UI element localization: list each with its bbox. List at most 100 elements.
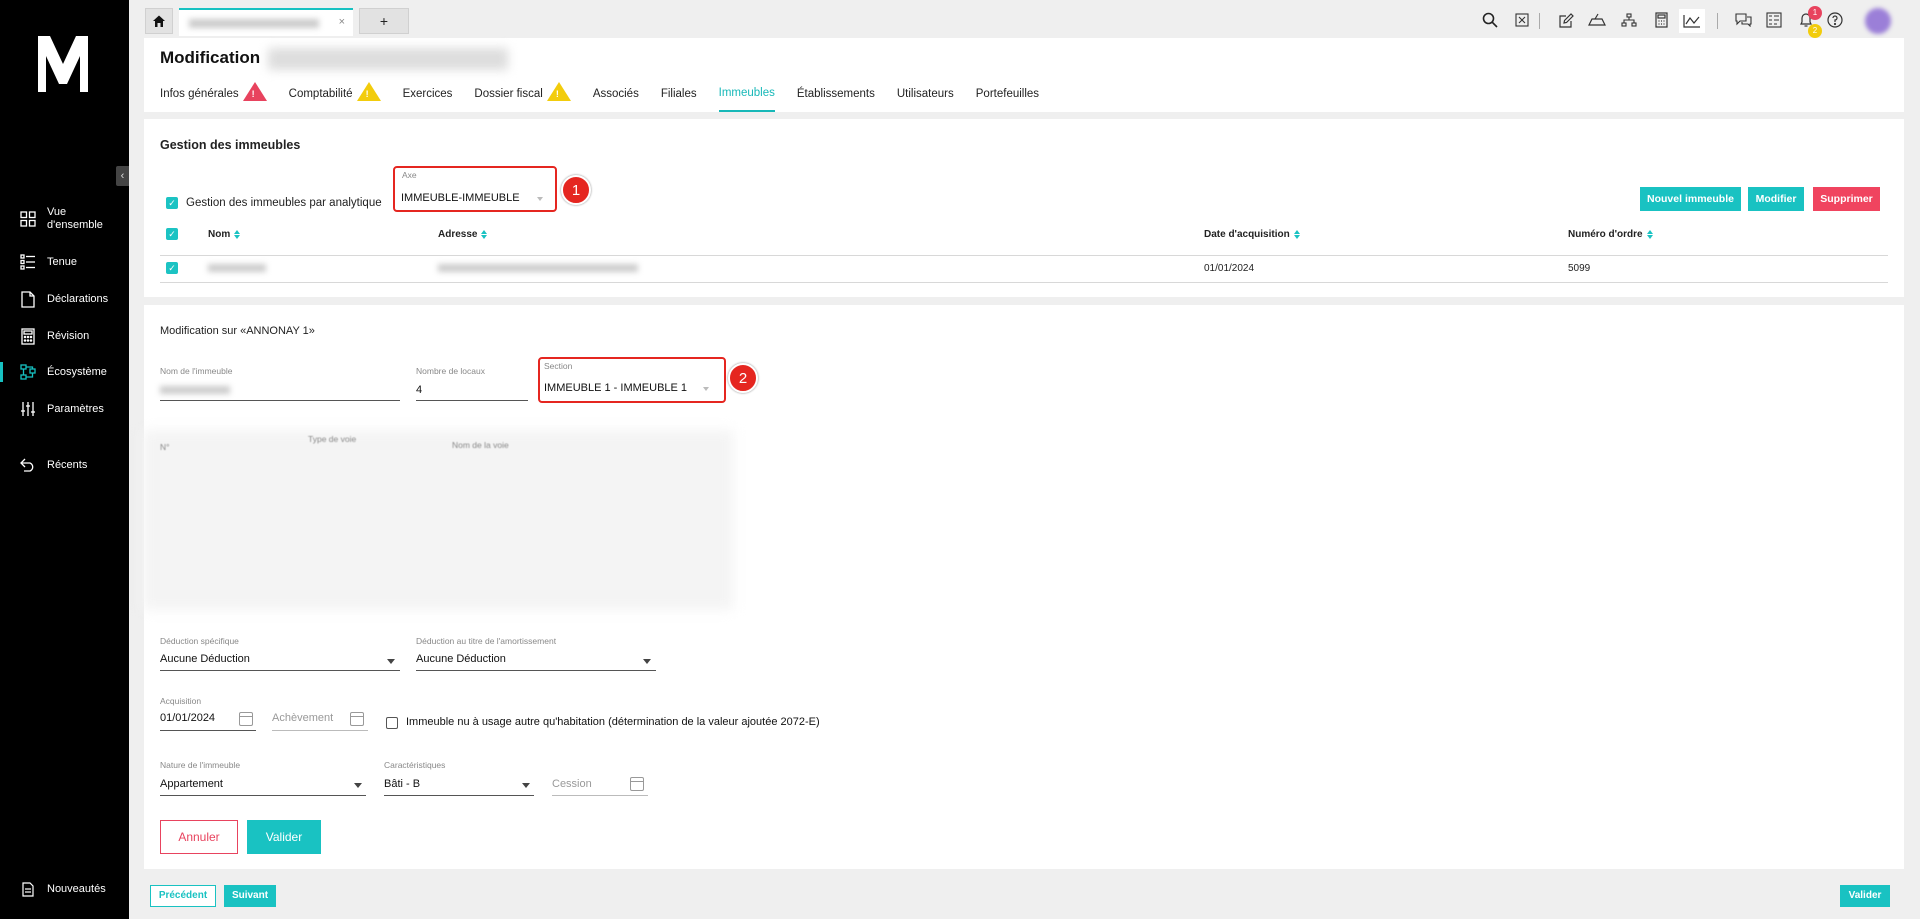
- calendar-icon[interactable]: [350, 712, 364, 726]
- network-icon[interactable]: [1620, 11, 1638, 29]
- logo: [38, 36, 88, 92]
- document-tab[interactable]: ×: [179, 8, 353, 36]
- tab-label: Portefeuilles: [975, 87, 1040, 100]
- grid-icon: [19, 210, 37, 228]
- new-building-button[interactable]: Nouvel immeuble: [1640, 187, 1741, 211]
- delete-button[interactable]: Supprimer: [1813, 187, 1880, 211]
- tab-etablissements[interactable]: Établissements: [797, 84, 875, 112]
- column-header-date[interactable]: Date d'acquisition: [1204, 229, 1300, 240]
- sidebar-item-label: Récents: [47, 458, 88, 471]
- sidebar-item-ecosysteme[interactable]: Écosystème: [0, 362, 129, 382]
- home-tab[interactable]: [145, 8, 173, 34]
- tab-utilisateurs[interactable]: Utilisateurs: [897, 84, 954, 112]
- help-icon[interactable]: [1826, 11, 1844, 29]
- calendar-icon[interactable]: [239, 712, 253, 726]
- footer-validate-button[interactable]: Valider: [1840, 885, 1890, 907]
- sidebar-item-label: Écosystème: [47, 365, 107, 378]
- sidebar-item-parametres[interactable]: Paramètres: [0, 400, 129, 418]
- sidebar-item-declarations[interactable]: Déclarations: [0, 290, 129, 308]
- avatar[interactable]: [1865, 8, 1891, 34]
- previous-button[interactable]: Précédent: [150, 885, 216, 907]
- new-tab-button[interactable]: +: [359, 8, 409, 34]
- field-label: N°: [160, 442, 170, 452]
- sidebar-item-revision[interactable]: Révision: [0, 327, 129, 345]
- select-all-checkbox[interactable]: ✓: [166, 228, 178, 240]
- tab-exercices[interactable]: Exercices: [403, 84, 453, 112]
- acquisition-date-input[interactable]: 01/01/2024: [160, 712, 215, 724]
- chevron-down-icon: [537, 197, 543, 201]
- sort-icon: [234, 230, 241, 239]
- notification-badge-red: 1: [1808, 6, 1822, 20]
- sort-icon: [1646, 230, 1653, 239]
- sidebar-item-recents[interactable]: Récents: [0, 456, 129, 474]
- usage-checkbox[interactable]: [386, 717, 398, 729]
- tab-filiales[interactable]: Filiales: [661, 84, 697, 112]
- edit-button[interactable]: Modifier: [1748, 187, 1804, 211]
- field-label: Section: [544, 361, 573, 371]
- validate-button[interactable]: Valider: [247, 820, 321, 854]
- date-underline: [272, 730, 368, 731]
- date-underline: [160, 730, 256, 731]
- column-header-nom[interactable]: Nom: [208, 229, 241, 240]
- warning-icon: !: [356, 82, 381, 101]
- sidebar-item-tenue[interactable]: Tenue: [0, 253, 129, 271]
- field-label: Type de voie: [308, 434, 357, 444]
- tab-portefeuilles[interactable]: Portefeuilles: [976, 84, 1039, 112]
- tab-label: Associés: [592, 87, 639, 100]
- column-header-numero[interactable]: Numéro d'ordre: [1568, 229, 1653, 240]
- achevement-date-input[interactable]: Achèvement: [272, 712, 333, 724]
- excel-icon[interactable]: [1513, 11, 1531, 29]
- sidebar-item-nouveautes[interactable]: Nouveautés: [0, 880, 129, 898]
- sidebar-item-label: Vue d'ensemble: [47, 206, 103, 231]
- sidebar-item-vue-ensemble[interactable]: Vue d'ensemble: [0, 206, 129, 232]
- chart-icon[interactable]: [1679, 9, 1705, 33]
- collapse-sidebar-button[interactable]: ‹: [116, 166, 129, 186]
- tab-label: Exercices: [402, 87, 453, 100]
- checkbox-checked[interactable]: ✓: [166, 197, 178, 209]
- tab-immeubles[interactable]: Immeubles: [718, 84, 775, 112]
- edit-icon[interactable]: [1557, 11, 1575, 29]
- field-value: Aucune Déduction: [160, 653, 250, 665]
- sidebar-item-label: Nouveautés: [47, 882, 106, 895]
- toolbar-divider: [1539, 13, 1540, 29]
- nom-input-underline[interactable]: [160, 400, 400, 401]
- field-value: IMMEUBLE-IMMEUBLE: [401, 192, 520, 204]
- step-marker: 2: [728, 363, 758, 393]
- document-icon: [19, 290, 37, 308]
- section-select[interactable]: Section IMMEUBLE 1 - IMMEUBLE 1: [538, 357, 726, 403]
- next-button[interactable]: Suivant: [224, 885, 276, 907]
- cession-date-input[interactable]: Cession: [552, 778, 592, 790]
- tab-infos-generales[interactable]: Infos générales!: [160, 82, 267, 112]
- tab-comptabilite[interactable]: Comptabilité!: [289, 82, 381, 112]
- select-underline: [160, 795, 366, 796]
- column-header-adresse[interactable]: Adresse: [438, 229, 488, 240]
- cancel-button[interactable]: Annuler: [160, 820, 238, 854]
- row-date: 01/01/2024: [1204, 263, 1255, 274]
- analytique-checkbox-row[interactable]: ✓ Gestion des immeubles par analytique: [166, 197, 382, 209]
- tab-associes[interactable]: Associés: [593, 84, 639, 112]
- scanner-icon[interactable]: [1588, 11, 1606, 29]
- checkbox-label: Gestion des immeubles par analytique: [186, 197, 382, 209]
- tab-dossier-fiscal[interactable]: Dossier fiscal!: [474, 82, 571, 112]
- warning-icon: !: [546, 82, 571, 101]
- sidebar-item-label: Paramètres: [47, 402, 104, 415]
- row-name-redacted: [208, 264, 266, 272]
- warning-icon: !: [242, 82, 267, 101]
- sidebar-item-label: Révision: [47, 329, 90, 342]
- calculator-icon[interactable]: [1652, 11, 1670, 29]
- field-value: Appartement: [160, 778, 223, 790]
- close-icon[interactable]: ×: [339, 16, 345, 28]
- chat-icon[interactable]: [1734, 11, 1752, 29]
- select-underline: [416, 670, 656, 671]
- tab-bar: Infos générales! Comptabilité! Exercices…: [160, 82, 1061, 112]
- search-icon[interactable]: [1481, 11, 1499, 29]
- field-label: Nom de l'immeuble: [160, 366, 233, 376]
- sort-icon: [1293, 230, 1300, 239]
- locaux-input-underline: [416, 400, 528, 401]
- tasks-icon[interactable]: [1765, 11, 1783, 29]
- axe-select[interactable]: Axe IMMEUBLE-IMMEUBLE: [393, 166, 557, 212]
- row-checkbox[interactable]: ✓: [166, 262, 178, 274]
- calendar-icon[interactable]: [630, 777, 644, 791]
- field-value: IMMEUBLE 1 - IMMEUBLE 1: [544, 382, 688, 394]
- nombre-locaux-input[interactable]: 4: [416, 384, 422, 396]
